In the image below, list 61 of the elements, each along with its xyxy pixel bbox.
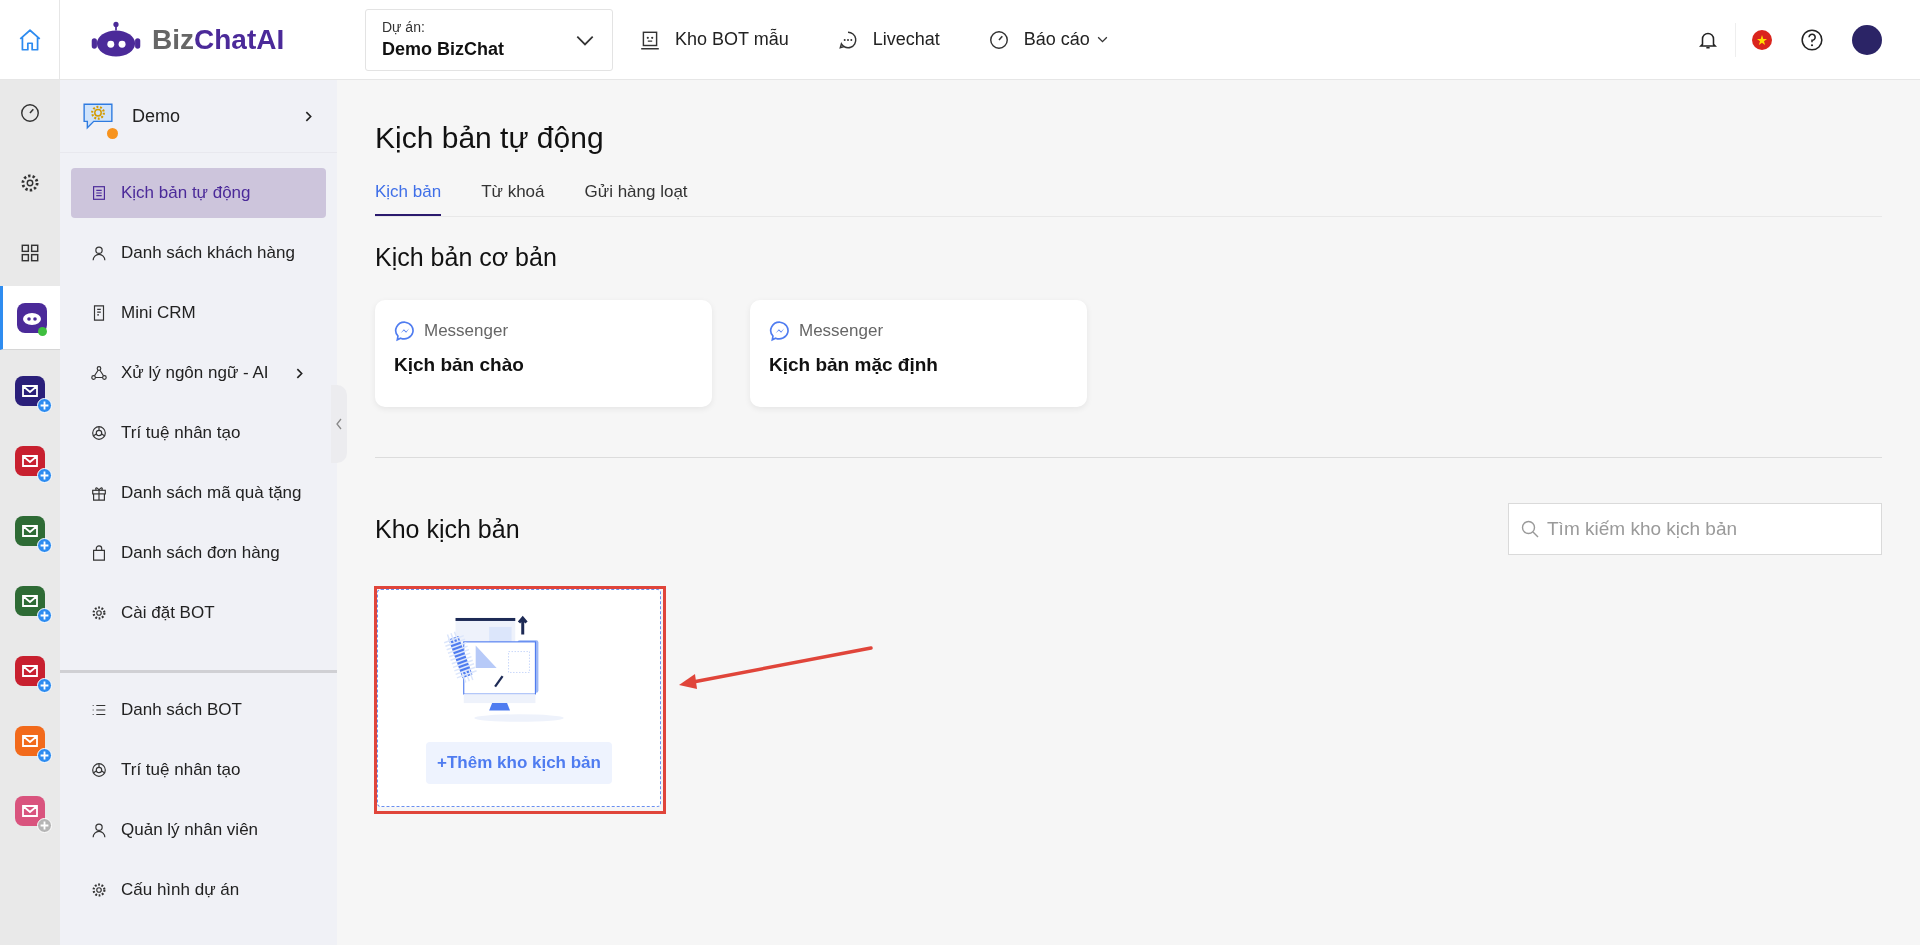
menu-item[interactable]: Danh sách BOT — [71, 685, 326, 735]
script-name: Kịch bản chào — [394, 354, 525, 376]
bag-icon — [90, 544, 108, 562]
chat-settings-icon — [82, 101, 114, 131]
tab[interactable]: Gửi hàng loạt — [584, 175, 688, 216]
settings-icon — [90, 881, 108, 899]
grid-icon[interactable] — [19, 242, 41, 264]
user-icon — [90, 244, 108, 262]
status-dot — [107, 128, 118, 139]
channel-label: Messenger — [424, 321, 509, 341]
chevron-left-icon — [334, 416, 344, 432]
robot-app-icon — [16, 302, 47, 333]
search-icon — [1520, 519, 1540, 539]
menu-item[interactable]: Danh sách đơn hàng — [71, 528, 326, 578]
script-name: Kịch bản mặc định — [769, 354, 939, 376]
app-icon[interactable] — [15, 446, 45, 476]
user-icon — [90, 821, 108, 839]
dashboard-icon[interactable] — [19, 102, 41, 124]
app-icon[interactable] — [15, 656, 45, 686]
gift-icon — [90, 484, 108, 502]
network-icon — [90, 364, 108, 382]
nav-link[interactable]: Livechat — [836, 28, 940, 51]
active-app-tab[interactable] — [0, 286, 60, 350]
settings-icon — [90, 604, 108, 622]
script-card[interactable]: Messenger Kịch bản mặc định — [750, 300, 1087, 407]
help-icon[interactable] — [1800, 27, 1824, 52]
swirl-icon — [90, 761, 108, 779]
app-icon[interactable] — [15, 586, 45, 616]
script-card[interactable]: Messenger Kịch bản chào — [375, 300, 712, 407]
app-icon[interactable] — [15, 376, 45, 406]
menu-item[interactable]: Quản lý nhân viên — [71, 805, 326, 855]
channel-label: Messenger — [799, 321, 884, 341]
search-field[interactable]: Tìm kiếm kho kịch bản — [1508, 503, 1882, 555]
tab[interactable]: Từ khoá — [481, 175, 545, 216]
app-icon[interactable] — [15, 516, 45, 546]
nav-link[interactable]: Báo cáo — [987, 28, 1109, 51]
messenger-icon — [394, 320, 416, 342]
menu-item[interactable]: Kịch bản tự động — [71, 168, 326, 218]
section-title: Kho kịch bản — [375, 514, 520, 544]
menu-item[interactable]: Trí tuệ nhân tạo — [71, 408, 326, 458]
page-title: Kịch bản tự động — [375, 121, 605, 155]
project-dropdown[interactable]: Dự án: Demo BizChat — [365, 8, 613, 71]
gauge-icon — [987, 28, 1010, 51]
menu-item[interactable]: Xử lý ngôn ngữ - AI — [71, 348, 326, 398]
menu-item[interactable]: Cài đặt BOT — [71, 588, 326, 638]
section-title: Kịch bản cơ bản — [375, 243, 558, 272]
menu-item[interactable]: Danh sách mã quà tặng — [71, 468, 326, 518]
tab[interactable]: Kịch bản — [375, 175, 442, 216]
account-avatar[interactable] — [1852, 24, 1882, 55]
logo-text: BizChatAI — [152, 23, 285, 56]
menu-item[interactable]: Danh sách khách hàng — [71, 228, 326, 278]
swirl-icon — [90, 424, 108, 442]
menu-item[interactable]: Trí tuệ nhân tạo — [71, 745, 326, 795]
menu-item[interactable]: Mini CRM — [71, 288, 326, 338]
settings-icon[interactable] — [19, 172, 41, 194]
list-icon — [90, 184, 108, 202]
menu-item[interactable]: Cấu hình dự án — [71, 865, 326, 915]
messenger-icon — [769, 320, 791, 342]
vietnam-flag-icon[interactable] — [1752, 29, 1772, 50]
project-header[interactable]: Demo — [60, 80, 337, 153]
nav-link[interactable]: Kho BOT mẫu — [639, 28, 789, 51]
